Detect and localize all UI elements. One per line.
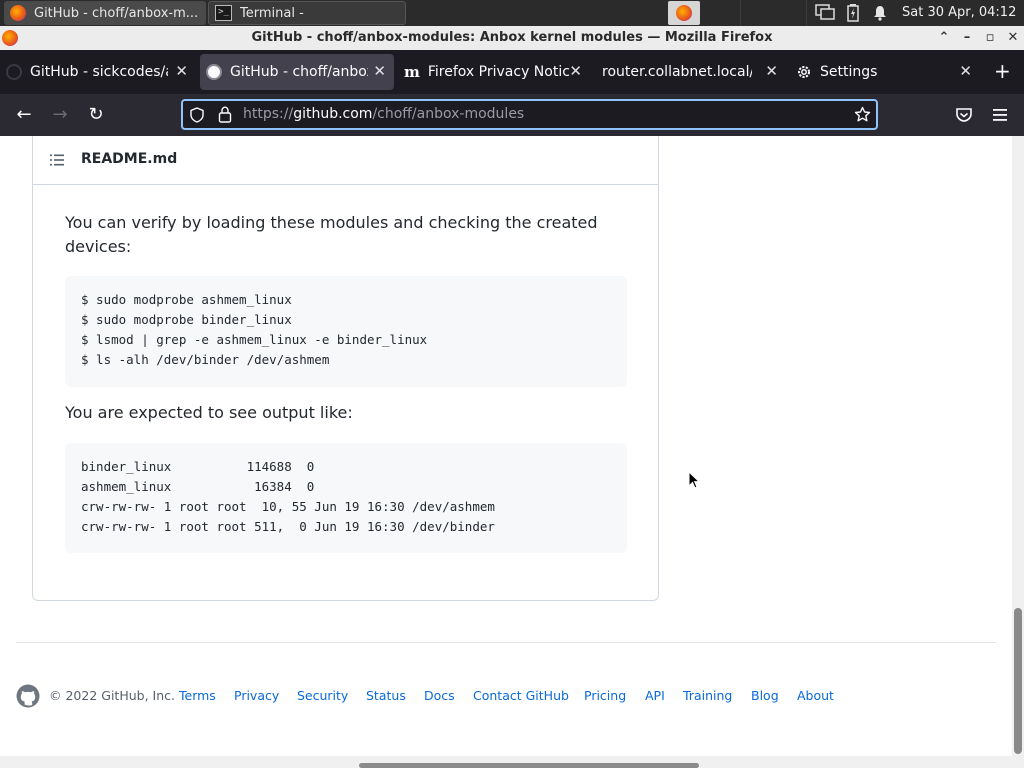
window-close-icon[interactable]: ✕ [1003, 26, 1023, 50]
taskbar-firefox-label: GitHub - choff/anbox-m... [34, 5, 199, 21]
footer-link-api[interactable]: API [645, 687, 665, 705]
network-icon[interactable] [815, 4, 835, 21]
code-line: crw-rw-rw- 1 root root 511, 0 Jun 19 16:… [81, 519, 495, 534]
window-restore-icon[interactable]: ▫ [980, 26, 1000, 50]
footer-link-blog[interactable]: Blog [751, 687, 779, 705]
tab-close-icon[interactable]: ✕ [959, 62, 972, 80]
vertical-scrollbar-thumb[interactable] [1014, 608, 1022, 754]
footer-link-contact-github[interactable]: Contact GitHub [473, 687, 569, 705]
bookmark-star-icon[interactable] [854, 106, 871, 123]
mouse-pointer-icon [688, 471, 700, 489]
readme-paragraph: You can verify by loading these modules … [65, 213, 598, 256]
readme-paragraph: You are expected to see output like: [65, 403, 353, 422]
window-maximize-toggle-icon[interactable]: ⌃ [934, 26, 954, 50]
panel-clock[interactable]: Sat 30 Apr, 04:12 [902, 0, 1016, 26]
github-icon [6, 64, 22, 80]
panel-separator [806, 0, 807, 26]
url-path: /choff/anbox-modules [372, 106, 525, 122]
notification-bell-icon[interactable] [873, 5, 887, 21]
new-tab-plus-icon[interactable]: + [994, 60, 1011, 82]
code-block-commands: $ sudo modprobe ashmem_linux $ sudo modp… [65, 276, 627, 387]
footer-link-privacy[interactable]: Privacy [234, 687, 279, 705]
footer-divider [16, 642, 996, 643]
back-arrow-icon[interactable]: ← [13, 104, 35, 126]
shield-icon[interactable] [189, 107, 205, 123]
url-host: github.com [293, 106, 373, 122]
tab-github-choff[interactable]: GitHub - choff/anbox ✕ [200, 54, 394, 90]
code-line: $ lsmod | grep -e ashmem_linux -e binder… [81, 332, 428, 347]
m-icon: m [404, 63, 420, 81]
code-block-output: binder_linux 114688 0 ashmem_linux 16384… [65, 443, 627, 553]
footer-link-pricing[interactable]: Pricing [584, 687, 626, 705]
system-panel: GitHub - choff/anbox-m... >_ Terminal - … [0, 0, 1024, 26]
tab-router[interactable]: router.collabnet.local/ ✕ [594, 50, 786, 94]
code-line: $ sudo modprobe ashmem_linux [81, 292, 292, 307]
tab-label: Settings [820, 64, 878, 80]
code-line: binder_linux 114688 0 [81, 459, 315, 474]
footer-link-docs[interactable]: Docs [424, 687, 455, 705]
code-line: ashmem_linux 16384 0 [81, 479, 315, 494]
tab-label: GitHub - choff/anbox [230, 64, 368, 80]
horizontal-scrollbar-thumb[interactable] [359, 763, 699, 768]
tab-github-sickcodes[interactable]: GitHub - sickcodes/an ✕ [6, 50, 196, 94]
footer-link-terms[interactable]: Terms [179, 687, 216, 705]
terminal-icon: >_ [215, 5, 232, 21]
battery-icon[interactable] [847, 4, 859, 22]
window-titlebar: GitHub - choff/anbox-modules: Anbox kern… [0, 26, 1024, 50]
firefox-icon [676, 5, 692, 21]
github-logo-icon[interactable] [16, 684, 40, 708]
window-minimize-icon[interactable]: – [957, 26, 977, 50]
table-of-contents-icon[interactable] [49, 152, 65, 168]
tab-settings[interactable]: Settings ✕ [796, 50, 980, 94]
taskbar-firefox-button[interactable]: GitHub - choff/anbox-m... [4, 1, 206, 25]
tab-firefox-privacy[interactable]: m Firefox Privacy Notice ✕ [400, 50, 590, 94]
reload-icon[interactable]: ↻ [85, 104, 107, 126]
url-text[interactable]: https://github.com/choff/anbox-modules [243, 99, 524, 130]
footer-copyright: © 2022 GitHub, Inc. [49, 688, 175, 703]
tab-close-icon[interactable]: ✕ [765, 62, 778, 80]
taskbar-terminal-label: Terminal - [240, 5, 304, 21]
tab-close-icon[interactable]: ✕ [373, 62, 386, 80]
firefox-icon [10, 5, 26, 21]
tab-bar: GitHub - sickcodes/an ✕ GitHub - choff/a… [0, 50, 1024, 94]
tab-label: router.collabnet.local/ [602, 64, 752, 80]
panel-separator [740, 0, 741, 26]
footer-link-about[interactable]: About [797, 687, 834, 705]
footer-link-security[interactable]: Security [297, 687, 348, 705]
pocket-icon[interactable] [955, 107, 973, 123]
hamburger-menu-icon[interactable] [992, 108, 1008, 122]
forward-arrow-icon[interactable]: → [49, 104, 71, 126]
tab-label: Firefox Privacy Notice [427, 64, 570, 80]
gear-icon [798, 66, 810, 78]
tab-close-icon[interactable]: ✕ [569, 62, 582, 80]
url-prefix: https:// [243, 106, 294, 122]
code-line: crw-rw-rw- 1 root root 10, 55 Jun 19 16:… [81, 499, 495, 514]
taskbar-terminal-button[interactable]: >_ Terminal - [208, 1, 406, 25]
github-icon [206, 64, 222, 80]
footer-link-training[interactable]: Training [683, 687, 732, 705]
tray-firefox-launcher[interactable] [668, 1, 700, 25]
tab-label: GitHub - sickcodes/an [30, 64, 168, 80]
code-line: $ ls -alh /dev/binder /dev/ashmem [81, 352, 330, 367]
code-line: $ sudo modprobe binder_linux [81, 312, 292, 327]
readme-title: README.md [81, 151, 178, 167]
lock-icon[interactable] [218, 106, 232, 123]
tab-close-icon[interactable]: ✕ [175, 62, 188, 80]
window-title: GitHub - choff/anbox-modules: Anbox kern… [251, 30, 773, 45]
footer-link-status[interactable]: Status [366, 687, 406, 705]
